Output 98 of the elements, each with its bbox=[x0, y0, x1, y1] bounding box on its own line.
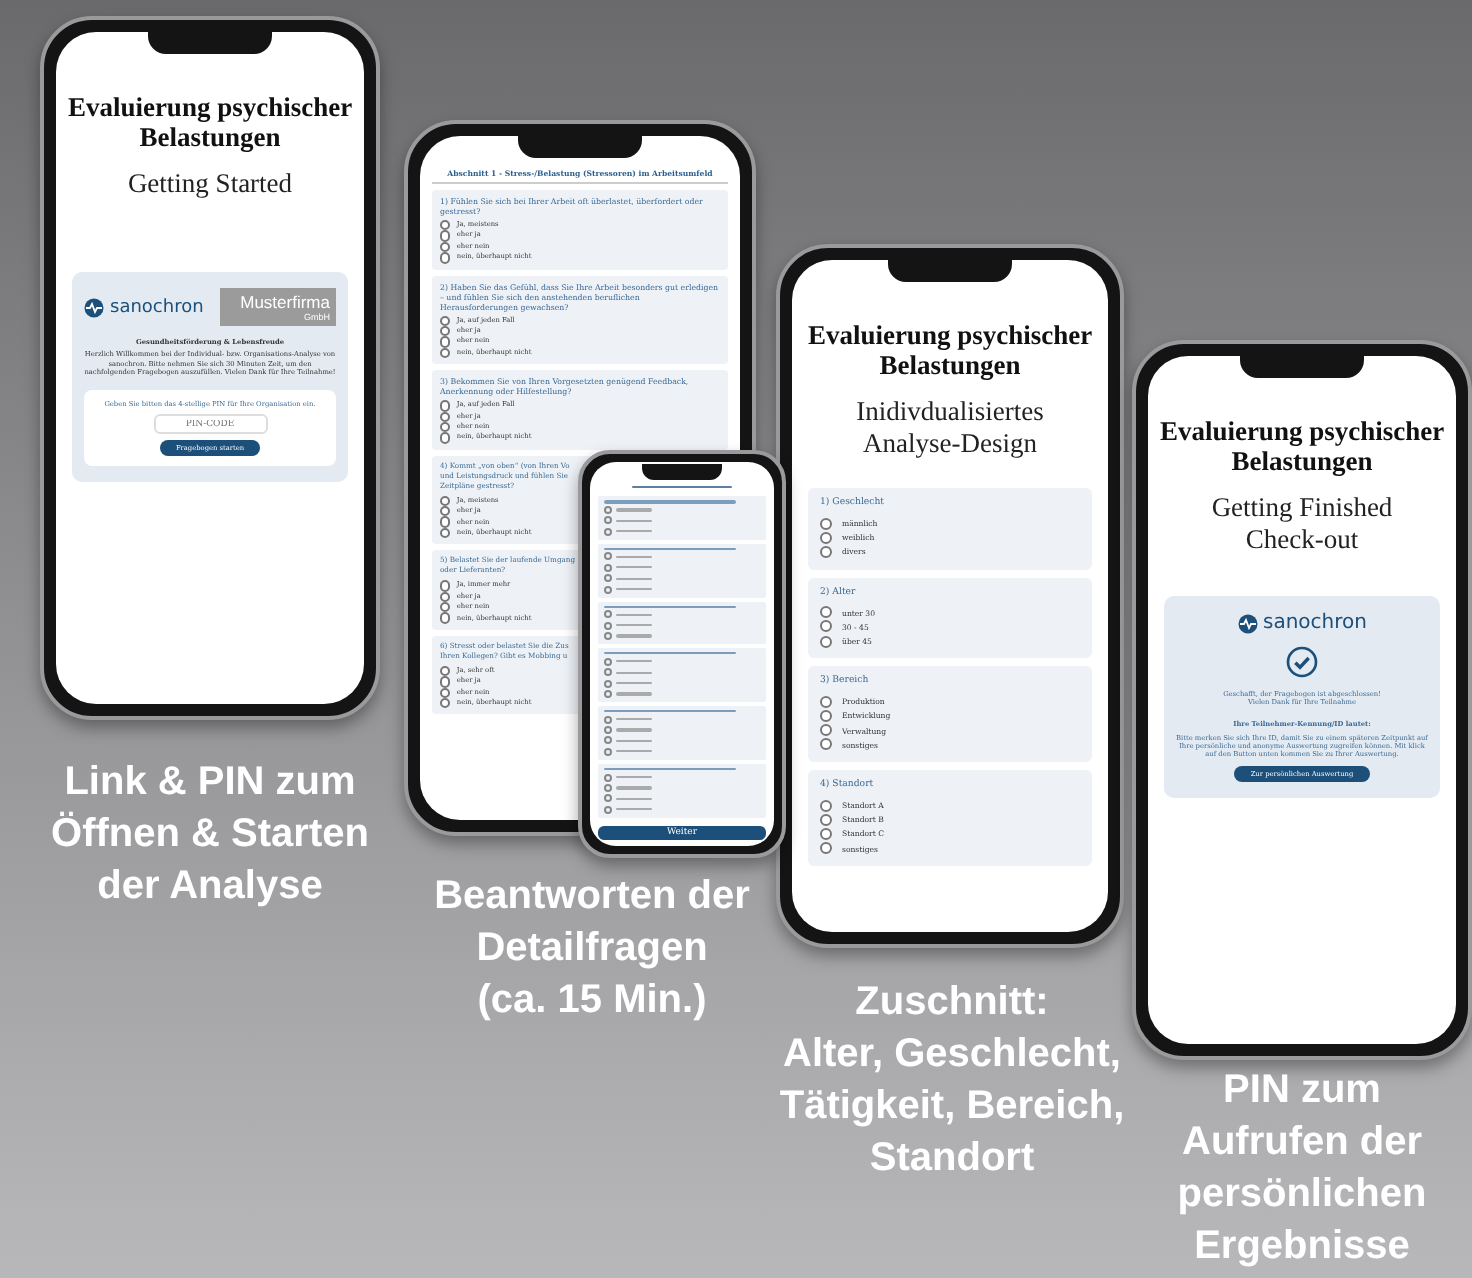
text-line bbox=[616, 577, 652, 580]
radio-button[interactable] bbox=[820, 813, 832, 826]
brand-logo: sanochron bbox=[84, 297, 204, 317]
text-line bbox=[616, 566, 652, 569]
radio-button[interactable] bbox=[604, 621, 612, 630]
radio-button[interactable] bbox=[604, 689, 612, 698]
radio-button[interactable] bbox=[440, 400, 451, 412]
radio-button[interactable] bbox=[604, 632, 612, 641]
radio-button[interactable] bbox=[440, 230, 451, 242]
phone-notch bbox=[148, 30, 272, 54]
text-line bbox=[616, 808, 652, 811]
radio-button[interactable] bbox=[440, 697, 451, 709]
radio-button[interactable] bbox=[440, 252, 451, 264]
radio-button[interactable] bbox=[820, 517, 832, 530]
page-subtitle: Inidivdualisiertes Analyse-Design bbox=[856, 396, 1044, 460]
radio-button[interactable] bbox=[820, 799, 832, 812]
brand-logo: sanochron bbox=[1237, 612, 1367, 634]
radio-button[interactable] bbox=[604, 552, 612, 561]
text-line bbox=[604, 605, 737, 608]
text-line bbox=[616, 508, 652, 512]
radio-button[interactable] bbox=[604, 574, 612, 583]
text-line bbox=[616, 613, 652, 616]
text-line bbox=[616, 681, 652, 685]
text-line bbox=[616, 750, 652, 753]
radio-button[interactable] bbox=[604, 527, 612, 536]
radio-button[interactable] bbox=[440, 411, 451, 422]
radio-button[interactable] bbox=[820, 738, 832, 751]
text-line bbox=[604, 547, 737, 551]
text-line bbox=[616, 624, 652, 627]
radio-button[interactable] bbox=[820, 620, 832, 633]
radio-button[interactable] bbox=[820, 842, 832, 855]
radio-button[interactable] bbox=[440, 347, 451, 359]
radio-button[interactable] bbox=[604, 679, 612, 688]
radio-button[interactable] bbox=[440, 612, 451, 624]
text-line bbox=[616, 519, 652, 523]
text-line bbox=[616, 530, 652, 533]
radio-button[interactable] bbox=[604, 516, 612, 525]
radio-button[interactable] bbox=[604, 726, 612, 735]
text-line bbox=[616, 717, 652, 721]
app-title: Evaluierung psychischer Belastungen bbox=[807, 320, 1093, 380]
text-line bbox=[616, 671, 652, 674]
radio-button[interactable] bbox=[604, 585, 612, 594]
step-caption: Link & PIN zum Öffnen & Starten der Analyse bbox=[49, 758, 371, 912]
radio-button[interactable] bbox=[604, 783, 612, 792]
step-caption: Beantworten der Detailfragen (ca. 15 Min.) bbox=[432, 872, 752, 1026]
text-line bbox=[616, 797, 652, 800]
text-line bbox=[616, 692, 652, 696]
text-line bbox=[631, 486, 733, 489]
radio-button[interactable] bbox=[604, 563, 612, 572]
page-subtitle: Getting Started bbox=[127, 168, 293, 200]
text-line bbox=[616, 775, 652, 779]
text-line bbox=[604, 767, 737, 771]
radio-button[interactable] bbox=[604, 794, 612, 803]
text-line bbox=[616, 660, 652, 663]
radio-button[interactable] bbox=[820, 606, 832, 619]
phone-notch bbox=[642, 464, 722, 480]
radio-button[interactable] bbox=[820, 531, 832, 544]
page-subtitle: Getting Finished Check-out bbox=[1211, 492, 1393, 556]
radio-button[interactable] bbox=[604, 657, 612, 666]
radio-button[interactable] bbox=[604, 668, 612, 677]
radio-button[interactable] bbox=[820, 828, 832, 841]
radio-button[interactable] bbox=[604, 805, 612, 814]
radio-button[interactable] bbox=[440, 315, 451, 326]
radio-button[interactable] bbox=[440, 687, 451, 698]
checkmark-icon bbox=[1286, 646, 1318, 678]
radio-button[interactable] bbox=[820, 724, 832, 737]
phone-notch bbox=[518, 134, 642, 158]
radio-button[interactable] bbox=[820, 710, 832, 723]
radio-button[interactable] bbox=[604, 736, 612, 745]
radio-button[interactable] bbox=[604, 747, 612, 756]
text-line bbox=[604, 709, 737, 713]
app-title: Evaluierung psychischer Belastungen bbox=[67, 92, 353, 152]
radio-button[interactable] bbox=[820, 635, 832, 648]
text-line bbox=[616, 555, 652, 559]
text-line bbox=[616, 634, 652, 638]
radio-button[interactable] bbox=[440, 336, 451, 348]
text-line bbox=[616, 786, 652, 790]
phone-notch bbox=[1240, 354, 1364, 378]
radio-button[interactable] bbox=[604, 505, 612, 514]
text-line bbox=[616, 728, 652, 732]
radio-button[interactable] bbox=[440, 580, 451, 592]
text-line bbox=[604, 652, 737, 655]
radio-button[interactable] bbox=[604, 773, 612, 781]
radio-button[interactable] bbox=[604, 715, 612, 724]
radio-button[interactable] bbox=[604, 610, 612, 619]
text-line bbox=[616, 739, 652, 743]
radio-button[interactable] bbox=[820, 695, 832, 708]
radio-button[interactable] bbox=[440, 432, 451, 444]
radio-button[interactable] bbox=[440, 527, 451, 539]
step-caption: PIN zum Aufrufen der persönlichen Ergebnisse bbox=[1175, 1066, 1429, 1272]
radio-button[interactable] bbox=[820, 546, 832, 558]
text-line bbox=[604, 500, 737, 504]
phone-notch bbox=[888, 258, 1012, 282]
text-line bbox=[616, 587, 652, 591]
step-caption: Zuschnitt: Alter, Geschlecht, Tätigkeit, Bereich, Standort bbox=[777, 978, 1127, 1184]
radio-button[interactable] bbox=[440, 516, 451, 528]
app-title: Evaluierung psychischer Belastungen bbox=[1159, 416, 1445, 476]
radio-button[interactable] bbox=[440, 676, 451, 688]
